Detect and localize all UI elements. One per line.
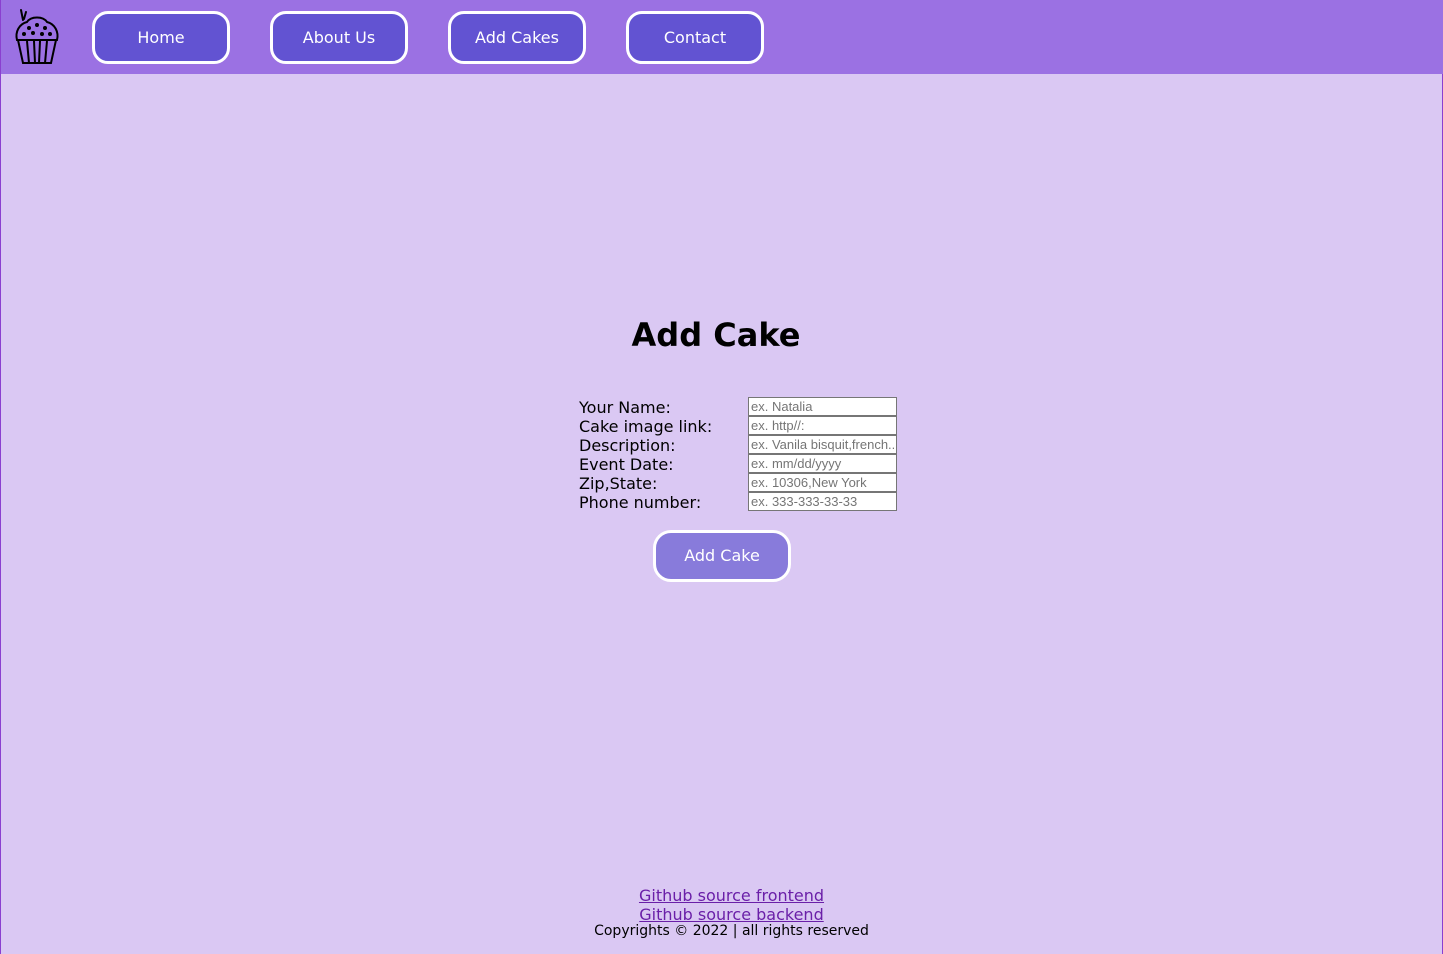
nav-contact-button[interactable]: Contact	[626, 11, 764, 64]
phone-label: Phone number:	[579, 493, 702, 512]
description-input[interactable]	[748, 435, 897, 454]
event-date-input[interactable]	[748, 454, 897, 473]
image-link-input[interactable]	[748, 416, 897, 435]
nav-home-button[interactable]: Home	[92, 11, 230, 64]
nav-add-cakes-button[interactable]: Add Cakes	[448, 11, 586, 64]
zip-state-label: Zip,State:	[579, 474, 658, 493]
page-title: Add Cake	[631, 316, 801, 354]
github-frontend-link[interactable]: Github source frontend	[1, 886, 1443, 905]
navbar: Home About Us Add Cakes Contact	[1, 0, 1443, 74]
event-date-label: Event Date:	[579, 455, 674, 474]
phone-input[interactable]	[748, 492, 897, 511]
cupcake-icon[interactable]	[13, 6, 61, 66]
zip-state-input[interactable]	[748, 473, 897, 492]
add-cake-button[interactable]: Add Cake	[653, 530, 791, 582]
description-label: Description:	[579, 436, 676, 455]
copyright-text: Copyrights © 2022 | all rights reserved	[594, 923, 869, 939]
image-link-label: Cake image link:	[579, 417, 713, 436]
nav-about-us-button[interactable]: About Us	[270, 11, 408, 64]
name-input[interactable]	[748, 397, 897, 416]
name-label: Your Name:	[579, 398, 671, 417]
